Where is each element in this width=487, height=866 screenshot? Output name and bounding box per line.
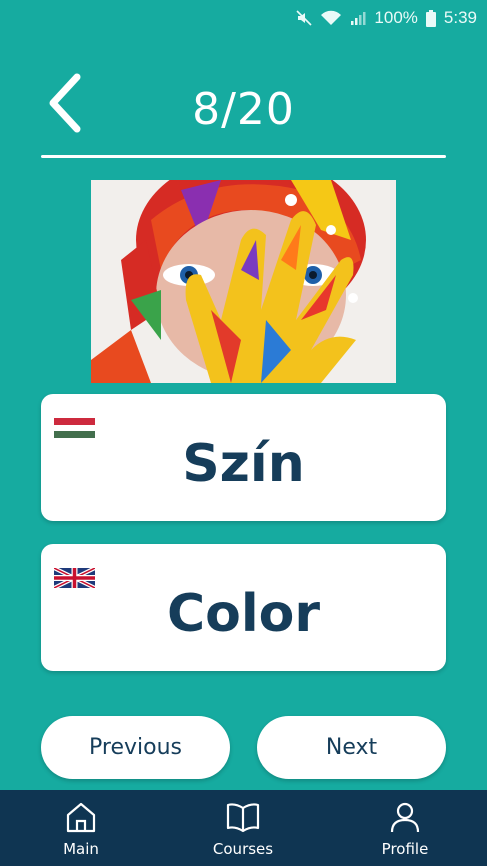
- status-time: 5:39: [443, 8, 477, 27]
- mute-icon: [296, 10, 312, 26]
- nav-label-profile: Profile: [381, 840, 429, 858]
- nav-label-courses: Courses: [212, 840, 274, 858]
- next-button[interactable]: Next: [257, 716, 446, 779]
- progress-counter: 8/20: [192, 84, 295, 135]
- nav-item-main[interactable]: Main: [21, 790, 141, 866]
- battery-icon: [425, 9, 436, 27]
- home-icon: [64, 800, 98, 838]
- english-word-card[interactable]: Color: [41, 544, 446, 671]
- user-icon: [388, 800, 422, 838]
- previous-button[interactable]: Previous: [41, 716, 230, 779]
- nav-label-main: Main: [63, 840, 99, 858]
- nav-item-profile[interactable]: Profile: [345, 790, 465, 866]
- hungarian-word: Szín: [182, 434, 305, 494]
- signal-icon: [350, 10, 366, 26]
- nav-item-courses[interactable]: Courses: [183, 790, 303, 866]
- bottom-nav: Main Courses Profile: [0, 790, 487, 866]
- header: 8/20: [0, 60, 487, 160]
- header-divider: [41, 155, 446, 158]
- english-word: Color: [166, 584, 321, 644]
- hungarian-word-card[interactable]: Szín: [41, 394, 446, 521]
- battery-level: 100%: [374, 8, 418, 27]
- word-image: [91, 180, 396, 383]
- wifi-icon: [320, 10, 342, 26]
- status-bar: 100% 5:39: [0, 0, 487, 36]
- book-icon: [225, 800, 261, 838]
